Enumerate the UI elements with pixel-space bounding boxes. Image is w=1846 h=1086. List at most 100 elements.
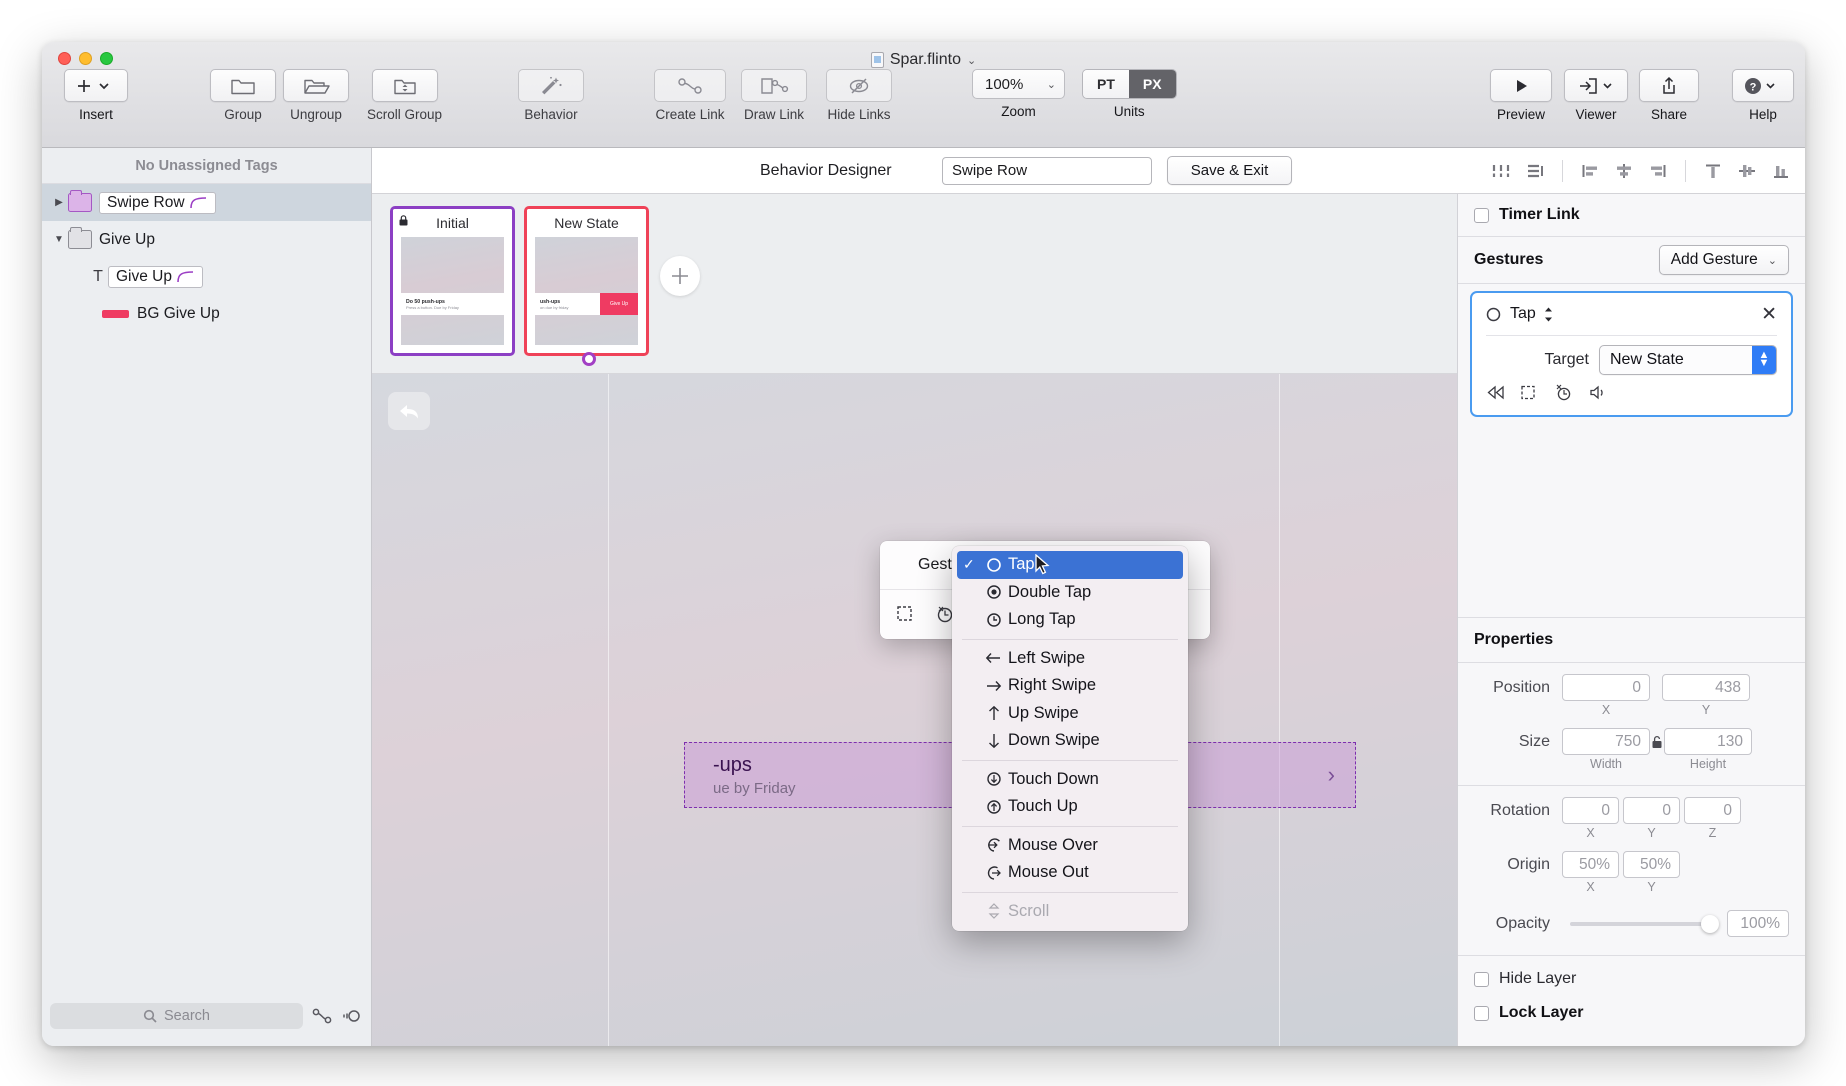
preview-stage[interactable]: -ups ue by Friday › xyxy=(372,374,1457,1046)
viewer-button[interactable] xyxy=(1564,69,1628,102)
state-connector-handle[interactable] xyxy=(582,352,596,366)
timing-icon[interactable] xyxy=(1554,384,1574,401)
menu-item-down-swipe[interactable]: Down Swipe xyxy=(952,727,1188,755)
lock-icon[interactable] xyxy=(1651,735,1663,749)
menu-item-tap[interactable]: ✓ Tap xyxy=(957,551,1183,579)
disclosure-right-icon[interactable]: ▶ xyxy=(50,197,68,208)
timer-link-checkbox[interactable] xyxy=(1474,207,1489,223)
units-option-px[interactable]: PX xyxy=(1128,70,1176,98)
menu-item-right-swipe[interactable]: Right Swipe xyxy=(952,672,1188,700)
origin-x-input[interactable]: 50% xyxy=(1562,851,1619,878)
size-height-input[interactable]: 130 xyxy=(1664,728,1752,755)
position-x-input[interactable]: 0 xyxy=(1562,674,1650,701)
scroll-group-button[interactable] xyxy=(371,69,438,102)
sound-icon[interactable] xyxy=(1588,384,1608,401)
toolbar-item-create-link[interactable]: Create Link xyxy=(654,69,726,122)
state-card-new-state[interactable]: New State ush-ups on due by friday Give … xyxy=(524,206,649,356)
align-right-icon[interactable] xyxy=(1642,156,1674,186)
lock-layer-checkbox[interactable] xyxy=(1474,1005,1489,1021)
stepper-icon[interactable] xyxy=(1543,306,1554,323)
menu-item-mouse-over[interactable]: Mouse Over xyxy=(952,832,1188,860)
lock-layer-row[interactable]: Lock Layer xyxy=(1458,996,1805,1030)
state-card-initial[interactable]: Initial Do 50 push-ups Press a button. D… xyxy=(390,206,515,356)
toolbar-item-units[interactable]: PT PX Units xyxy=(1082,69,1177,119)
chevron-down-icon[interactable]: ⌄ xyxy=(967,54,976,67)
toolbar-item-group[interactable]: Group xyxy=(210,69,276,122)
target-select[interactable]: New State ▲ ▼ xyxy=(1599,345,1777,375)
units-option-pt[interactable]: PT xyxy=(1083,70,1129,98)
menu-item-mouse-out[interactable]: Mouse Out xyxy=(952,859,1188,887)
menu-item-up-swipe[interactable]: Up Swipe xyxy=(952,700,1188,728)
toolbar-item-behavior[interactable]: Behavior xyxy=(518,69,584,122)
rotation-y-input[interactable]: 0 xyxy=(1623,797,1680,824)
layer-name-field[interactable]: Swipe Row xyxy=(99,191,216,214)
sidebar-item-bg-give-up[interactable]: BG Give Up xyxy=(42,295,371,332)
toolbar-item-viewer[interactable]: Viewer xyxy=(1564,69,1628,122)
toolbar-item-preview[interactable]: Preview xyxy=(1490,69,1552,122)
size-width-input[interactable]: 750 xyxy=(1562,728,1650,755)
gesture-card[interactable]: Tap ✕ Target New State ▲ ▼ xyxy=(1470,291,1793,417)
sidebar-item-give-up-group[interactable]: ▼ Give Up xyxy=(42,221,371,258)
back-button[interactable] xyxy=(388,392,430,430)
menu-item-long-tap[interactable]: Long Tap xyxy=(952,606,1188,634)
align-center-horizontal-icon[interactable] xyxy=(1608,156,1640,186)
transition-icon[interactable] xyxy=(1520,384,1540,401)
behavior-name-input[interactable]: Swipe Row xyxy=(942,156,1152,185)
sound-filter-icon[interactable] xyxy=(341,1007,363,1025)
toolbar-item-ungroup[interactable]: Ungroup xyxy=(283,69,349,122)
align-middle-icon[interactable] xyxy=(1731,156,1763,186)
hide-links-button[interactable] xyxy=(826,69,892,102)
align-top-icon[interactable] xyxy=(1697,156,1729,186)
toolbar-item-hide-links[interactable]: Hide Links xyxy=(826,69,892,122)
origin-y-input[interactable]: 50% xyxy=(1623,851,1680,878)
sidebar-item-give-up-text[interactable]: T Give Up xyxy=(42,258,371,295)
opacity-slider[interactable] xyxy=(1570,914,1719,933)
close-icon[interactable]: ✕ xyxy=(1761,303,1777,326)
position-y-input[interactable]: 438 xyxy=(1662,674,1750,701)
toolbar-item-share[interactable]: Share xyxy=(1639,69,1699,122)
behavior-button[interactable] xyxy=(518,69,584,102)
opacity-slider-knob[interactable] xyxy=(1701,914,1719,933)
opacity-input[interactable]: 100% xyxy=(1727,910,1789,937)
transition-icon[interactable] xyxy=(896,604,918,624)
create-link-button[interactable] xyxy=(654,69,726,102)
group-button[interactable] xyxy=(210,69,276,102)
units-segmented-control[interactable]: PT PX xyxy=(1082,69,1177,99)
links-filter-icon[interactable] xyxy=(311,1007,333,1025)
menu-item-touch-up[interactable]: Touch Up xyxy=(952,793,1188,821)
document-title[interactable]: Spar.flinto ⌄ xyxy=(42,51,1805,69)
rewind-icon[interactable] xyxy=(1486,384,1506,401)
help-button[interactable]: ? xyxy=(1732,69,1794,102)
add-gesture-button[interactable]: Add Gesture ⌄ xyxy=(1658,245,1789,275)
ungroup-button[interactable] xyxy=(283,69,349,102)
align-bottom-icon[interactable] xyxy=(1765,156,1797,186)
zoom-select[interactable]: 100% ⌄ xyxy=(972,69,1065,99)
rotation-x-input[interactable]: 0 xyxy=(1562,797,1619,824)
timer-link-row[interactable]: Timer Link xyxy=(1458,194,1805,236)
share-button[interactable] xyxy=(1639,69,1699,102)
menu-item-double-tap[interactable]: Double Tap xyxy=(952,579,1188,607)
disclosure-down-icon[interactable]: ▼ xyxy=(50,234,68,245)
hide-layer-row[interactable]: Hide Layer xyxy=(1458,962,1805,996)
draw-link-button[interactable] xyxy=(741,69,807,102)
toolbar-item-help[interactable]: ? Help xyxy=(1732,69,1794,122)
toolbar-item-scroll-group[interactable]: Scroll Group xyxy=(367,69,442,122)
canvas[interactable]: Initial Do 50 push-ups Press a button. D… xyxy=(372,194,1457,1046)
preview-button[interactable] xyxy=(1490,69,1552,102)
save-and-exit-button[interactable]: Save & Exit xyxy=(1167,156,1292,185)
search-input[interactable]: Search xyxy=(50,1003,303,1029)
menu-item-touch-down[interactable]: Touch Down xyxy=(952,766,1188,794)
add-state-button[interactable] xyxy=(660,256,700,296)
sidebar-item-swipe-row[interactable]: ▶ Swipe Row xyxy=(42,184,371,221)
toolbar-item-zoom[interactable]: 100% ⌄ Zoom xyxy=(972,69,1065,119)
hide-layer-checkbox[interactable] xyxy=(1474,971,1489,987)
layer-name-field[interactable]: Give Up xyxy=(108,265,203,288)
toolbar-item-draw-link[interactable]: Draw Link xyxy=(741,69,807,122)
toolbar-item-insert[interactable]: Insert xyxy=(64,69,128,122)
stepper-icon[interactable]: ▲ ▼ xyxy=(1752,346,1776,374)
distribute-rows-icon[interactable] xyxy=(1519,156,1551,186)
insert-button[interactable] xyxy=(64,69,128,102)
align-left-icon[interactable] xyxy=(1574,156,1606,186)
rotation-z-input[interactable]: 0 xyxy=(1684,797,1741,824)
gesture-dropdown-menu[interactable]: ✓ Tap Double Tap Long Tap Left Swipe Rig… xyxy=(952,546,1188,931)
